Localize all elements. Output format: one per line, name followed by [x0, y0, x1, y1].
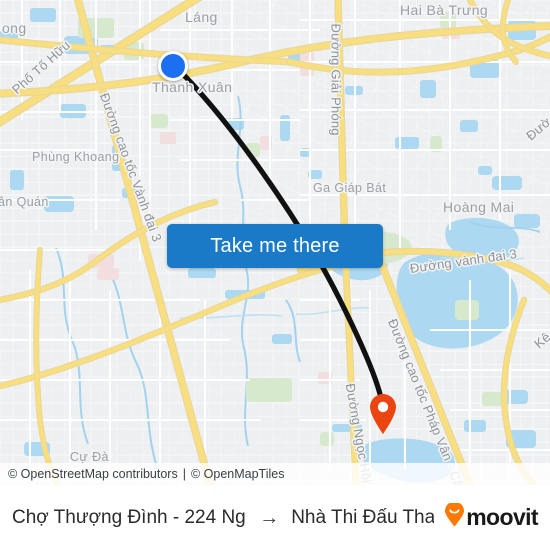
attribution-osm[interactable]: © OpenStreetMap contributors	[8, 467, 178, 481]
attribution-maptiles[interactable]: © OpenMapTiles	[191, 467, 285, 481]
destination-name[interactable]: Nhà Thi Đấu Than...	[291, 507, 434, 529]
attribution-separator: |	[182, 467, 186, 481]
origin-name[interactable]: Chợ Thượng Đình - 224 Nguyễ...	[12, 507, 247, 529]
arrow-right-icon: →	[259, 506, 280, 529]
trip-endpoints: Chợ Thượng Đình - 224 Nguyễ... → Nhà Thi…	[12, 507, 434, 529]
map-attribution: © OpenStreetMap contributors | © OpenMap…	[0, 463, 550, 485]
moovit-logo[interactable]: moovit	[444, 501, 539, 532]
origin-marker[interactable]	[158, 51, 188, 81]
moovit-trip-map-screen: ong Láng Hai Bà Trưng Thanh Xuân Phùng K…	[0, 0, 550, 550]
moovit-wordmark: moovit	[466, 504, 538, 530]
moovit-pin-icon	[444, 501, 465, 532]
destination-marker[interactable]	[368, 393, 398, 435]
take-me-there-button[interactable]: Take me there	[167, 224, 383, 268]
bottom-bar: Chợ Thượng Đình - 224 Nguyễ... → Nhà Thi…	[0, 485, 550, 550]
